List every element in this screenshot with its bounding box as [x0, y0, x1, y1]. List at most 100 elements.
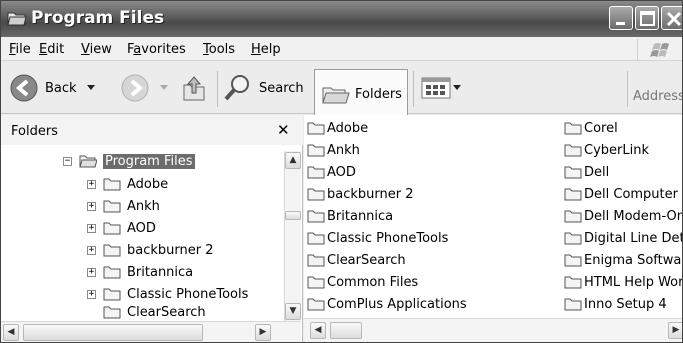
file-item[interactable]: CyberLink: [564, 140, 649, 160]
scroll-thumb[interactable]: [330, 322, 362, 339]
folder-icon: [564, 276, 582, 289]
menu-edit[interactable]: Edit: [39, 42, 64, 57]
close-button[interactable]: [661, 6, 682, 30]
tree-item[interactable]: + AOD: [87, 218, 156, 238]
close-pane-button[interactable]: ✕: [277, 121, 290, 139]
dropdown-arrow-icon[interactable]: [453, 85, 461, 91]
expand-icon[interactable]: +: [87, 289, 96, 299]
maximize-button[interactable]: [635, 6, 659, 30]
expand-icon[interactable]: +: [87, 245, 96, 255]
expand-icon[interactable]: +: [87, 267, 96, 277]
folders-button[interactable]: Folders: [314, 69, 408, 116]
dropdown-arrow-icon[interactable]: [160, 85, 168, 91]
file-item-label: Corel: [584, 120, 618, 136]
file-item-label: Dell: [584, 164, 610, 180]
tree-item-label: Britannica: [127, 264, 194, 280]
expand-icon[interactable]: +: [87, 223, 96, 233]
expand-icon[interactable]: +: [87, 179, 96, 189]
file-item[interactable]: Common Files: [307, 272, 418, 292]
collapse-icon[interactable]: −: [63, 156, 72, 166]
windows-logo: [637, 39, 681, 61]
tree-item[interactable]: + backburner 2: [87, 240, 214, 260]
folder-icon: [103, 288, 121, 301]
file-item[interactable]: Inno Setup 4: [564, 294, 667, 314]
toolbar-separator: [627, 71, 628, 107]
folder-icon: [307, 254, 325, 267]
tree-item[interactable]: + Classic PhoneTools: [87, 284, 248, 304]
tree-item-label: Adobe: [127, 176, 169, 192]
search-label: Search: [259, 80, 304, 96]
file-item[interactable]: Britannica: [307, 206, 393, 226]
scroll-left-button[interactable]: ◀: [310, 322, 326, 339]
scroll-right-button[interactable]: ▶: [668, 322, 682, 339]
content-pane: Adobe Ankh AOD backburner 2 Britannica Classi…: [304, 115, 683, 342]
folder-icon: [564, 298, 582, 311]
search-button[interactable]: Search: [223, 62, 304, 114]
file-item[interactable]: HTML Help Work: [564, 272, 683, 292]
file-item[interactable]: Dell: [564, 162, 609, 182]
scroll-up-button[interactable]: ▲: [285, 152, 301, 169]
tree-item-program-files[interactable]: − Program Files: [63, 151, 195, 171]
file-item-label: Common Files: [327, 274, 419, 290]
views-button[interactable]: [421, 62, 461, 114]
file-item[interactable]: Dell Modem-On-: [564, 206, 682, 226]
file-item[interactable]: AOD: [307, 162, 356, 182]
up-folder-icon: [183, 76, 205, 101]
folder-icon: [307, 298, 325, 311]
file-item[interactable]: Ankh: [307, 140, 360, 160]
file-item[interactable]: Adobe: [307, 118, 368, 138]
tree-item[interactable]: ClearSearch: [103, 305, 206, 321]
search-icon: [224, 75, 249, 101]
address-label: Address: [633, 89, 683, 104]
menu-file[interactable]: File: [9, 42, 31, 57]
tree-item[interactable]: + Ankh: [87, 196, 160, 216]
title-bar[interactable]: Program Files: [1, 1, 682, 37]
back-label: Back: [45, 80, 77, 96]
back-button[interactable]: Back: [9, 62, 95, 114]
tree-item[interactable]: + Adobe: [87, 174, 168, 194]
file-item-label: Dell Computer: [584, 186, 678, 202]
file-item-label: Ankh: [327, 142, 360, 158]
menu-view[interactable]: View: [81, 42, 112, 57]
file-item[interactable]: Corel: [564, 118, 618, 138]
folder-icon: [307, 188, 325, 201]
folders-horizontal-scrollbar[interactable]: ◀ ▶: [1, 321, 301, 342]
file-item-label: Enigma Softwar: [584, 252, 683, 268]
scroll-thumb[interactable]: [285, 211, 301, 220]
menu-help[interactable]: Help: [251, 42, 281, 57]
scroll-left-button[interactable]: ◀: [3, 324, 19, 341]
toolbar-separator: [413, 71, 414, 107]
folder-icon: [307, 210, 325, 223]
explorer-window: Program Files File Edit View Favorites T…: [0, 0, 683, 343]
folders-pane-title: Folders: [11, 124, 58, 139]
file-item[interactable]: Digital Line Dete: [564, 228, 682, 248]
file-item-label: HTML Help Work: [584, 274, 683, 290]
file-item[interactable]: Dell Computer: [564, 184, 678, 204]
dropdown-arrow-icon[interactable]: [86, 85, 95, 91]
folder-icon: [307, 144, 325, 157]
menu-tools[interactable]: Tools: [203, 42, 235, 57]
file-item[interactable]: Enigma Softwar: [564, 250, 683, 270]
forward-arrow-icon: [121, 74, 149, 102]
folder-icon: [103, 244, 121, 257]
scroll-thumb[interactable]: [23, 324, 203, 341]
folder-icon: [564, 166, 582, 179]
folder-icon: [103, 222, 121, 235]
folder-icon: [7, 12, 27, 26]
scroll-down-button[interactable]: ▼: [285, 303, 301, 320]
minimize-button[interactable]: [609, 6, 633, 30]
up-button[interactable]: [181, 62, 207, 114]
folder-icon: [564, 232, 582, 245]
menu-favorites[interactable]: Favorites: [127, 42, 186, 57]
tree-item[interactable]: + Britannica: [87, 262, 193, 282]
scroll-right-button[interactable]: ▶: [255, 324, 271, 341]
file-item[interactable]: Classic PhoneTools: [307, 228, 448, 248]
content-horizontal-scrollbar[interactable]: ◀ ▶: [304, 318, 682, 342]
file-item[interactable]: ComPlus Applications: [307, 294, 467, 314]
file-item[interactable]: backburner 2: [307, 184, 414, 204]
file-item[interactable]: ClearSearch: [307, 250, 406, 270]
expand-icon[interactable]: +: [87, 201, 96, 211]
views-icon: [421, 77, 451, 99]
folders-vertical-scrollbar[interactable]: ▲ ▼: [284, 151, 301, 322]
forward-button[interactable]: [120, 62, 168, 114]
